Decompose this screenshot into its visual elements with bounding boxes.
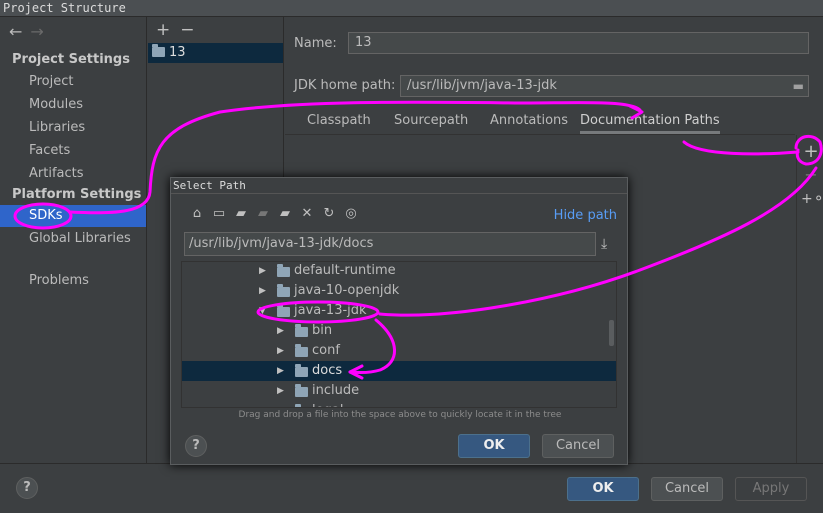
tab-annotations[interactable]: Annotations <box>490 113 568 128</box>
expand-arrow-icon[interactable]: ▶ <box>277 341 284 361</box>
help-button[interactable]: ? <box>16 477 38 499</box>
select-path-dialog: Select Path ⌂ ▭ ▰ ▰ ▰ ✕ ↻ ◎ Hide path /usr/lib/… <box>170 177 628 465</box>
ok-button[interactable]: OK <box>567 477 639 501</box>
expand-arrow-icon[interactable]: ▶ <box>259 281 266 301</box>
show-hidden-icon[interactable]: ◎ <box>340 206 362 221</box>
tree-row-include[interactable]: ▶ include <box>182 381 616 401</box>
nav-item-sdks[interactable]: SDKs <box>0 205 146 227</box>
project-folder-icon[interactable]: ▰ <box>230 206 252 221</box>
tree-row-java-13-jdk[interactable]: ▼ java-13-jdk <box>182 301 616 321</box>
refresh-icon[interactable]: ↻ <box>318 206 340 221</box>
file-tree[interactable]: ▶ default-runtime ▶ java-10-openjdk ▼ ja… <box>181 261 617 408</box>
add-sdk-button[interactable]: + <box>156 20 170 40</box>
expand-arrow-icon[interactable]: ▶ <box>277 321 284 341</box>
nav-item-libraries[interactable]: Libraries <box>0 117 146 139</box>
tree-scrollbar-thumb[interactable] <box>609 320 614 346</box>
jdk-home-value: /usr/lib/jvm/java-13-jdk <box>407 78 557 93</box>
tree-row-label: bin <box>312 323 333 338</box>
folder-icon <box>277 264 290 277</box>
folder-icon <box>295 384 308 397</box>
dialog-help-button[interactable]: ? <box>185 435 207 457</box>
tree-row-java-10-openjdk[interactable]: ▶ java-10-openjdk <box>182 281 616 301</box>
tree-row-label: conf <box>312 343 340 358</box>
tree-row-bin[interactable]: ▶ bin <box>182 321 616 341</box>
settings-nav: ← → Project Settings Project Modules Libr… <box>0 17 147 463</box>
tree-row-label: default-runtime <box>294 263 396 278</box>
nav-item-modules[interactable]: Modules <box>0 94 146 116</box>
cancel-button[interactable]: Cancel <box>651 477 723 501</box>
folder-icon <box>295 324 308 337</box>
tree-row-default-runtime[interactable]: ▶ default-runtime <box>182 262 616 281</box>
browse-folder-icon[interactable]: ▬ <box>793 76 804 96</box>
drag-drop-hint: Drag and drop a file into the space abov… <box>238 410 562 420</box>
expand-arrow-icon[interactable]: ▶ <box>277 401 284 407</box>
sdk-list-item-label: 13 <box>169 45 186 60</box>
nav-item-artifacts[interactable]: Artifacts <box>0 163 146 185</box>
nav-arrows: ← → <box>9 22 52 41</box>
hide-path-link[interactable]: Hide path <box>554 208 617 223</box>
doc-paths-toolbar: + − +⚬ <box>796 135 823 463</box>
add-path-button[interactable]: + <box>801 141 821 162</box>
sdk-list-item[interactable]: 13 <box>148 43 283 63</box>
tab-classpath[interactable]: Classpath <box>307 113 371 128</box>
tab-sourcepath[interactable]: Sourcepath <box>394 113 468 128</box>
remove-sdk-button[interactable]: − <box>180 20 194 40</box>
expand-arrow-icon[interactable]: ▶ <box>277 361 284 381</box>
dialog-ok-button[interactable]: OK <box>458 434 530 458</box>
specify-url-button[interactable]: +⚬ <box>801 191 823 207</box>
tree-row-label: include <box>312 383 360 398</box>
name-label: Name: <box>294 36 337 51</box>
tree-row-label: legal <box>312 401 343 407</box>
download-icon[interactable]: ⤓ <box>601 236 607 252</box>
tree-row-label: docs <box>312 363 343 378</box>
tree-row-legal[interactable]: ▶ legal <box>182 401 616 407</box>
jdk-folder-icon <box>152 44 165 57</box>
tree-row-docs[interactable]: ▶ docs <box>182 361 616 381</box>
delete-icon[interactable]: ✕ <box>296 206 318 221</box>
tree-row-conf[interactable]: ▶ conf <box>182 341 616 361</box>
back-arrow-icon[interactable]: ← <box>9 22 22 41</box>
tab-documentation-paths[interactable]: Documentation Paths <box>580 113 720 134</box>
folder-icon <box>295 344 308 357</box>
apply-button[interactable]: Apply <box>735 477 807 501</box>
folder-icon <box>295 364 308 377</box>
module-folder-icon[interactable]: ▰ <box>252 206 274 221</box>
collapse-arrow-icon[interactable]: ▼ <box>259 301 266 321</box>
nav-item-global-libraries[interactable]: Global Libraries <box>0 228 146 250</box>
dialog-footer: ? OK Cancel Apply <box>0 463 823 513</box>
jdk-home-field[interactable]: /usr/lib/jvm/java-13-jdk ▬ <box>400 75 809 97</box>
path-input[interactable]: /usr/lib/jvm/java-13-jdk/docs <box>184 232 596 256</box>
select-path-toolbar: ⌂ ▭ ▰ ▰ ▰ ✕ ↻ ◎ <box>186 206 362 226</box>
platform-settings-heading: Platform Settings <box>12 187 142 202</box>
nav-item-project[interactable]: Project <box>0 71 146 93</box>
sdk-tabs: Classpath Sourcepath Annotations Documen… <box>285 113 795 135</box>
nav-item-problems[interactable]: Problems <box>0 270 146 292</box>
project-settings-heading: Project Settings <box>12 52 130 67</box>
nav-item-facets[interactable]: Facets <box>0 140 146 162</box>
tree-row-label: java-13-jdk <box>294 303 367 318</box>
expand-arrow-icon[interactable]: ▶ <box>277 381 284 401</box>
remove-path-button[interactable]: − <box>801 165 821 184</box>
desktop-icon[interactable]: ▭ <box>208 206 230 221</box>
window-title: Project Structure <box>0 0 823 17</box>
name-field[interactable]: 13 <box>348 32 809 54</box>
forward-arrow-icon[interactable]: → <box>30 22 43 41</box>
expand-arrow-icon[interactable]: ▶ <box>259 262 266 281</box>
new-folder-icon[interactable]: ▰ <box>274 206 296 221</box>
dialog-cancel-button[interactable]: Cancel <box>542 434 614 458</box>
folder-icon <box>295 404 301 407</box>
home-icon[interactable]: ⌂ <box>186 206 208 221</box>
folder-icon <box>277 304 290 317</box>
select-path-title: Select Path <box>171 178 627 194</box>
folder-icon <box>277 284 290 297</box>
tree-row-label: java-10-openjdk <box>294 283 400 298</box>
sdk-toolbar: + − <box>148 17 283 43</box>
jdk-home-label: JDK home path: <box>294 78 396 93</box>
